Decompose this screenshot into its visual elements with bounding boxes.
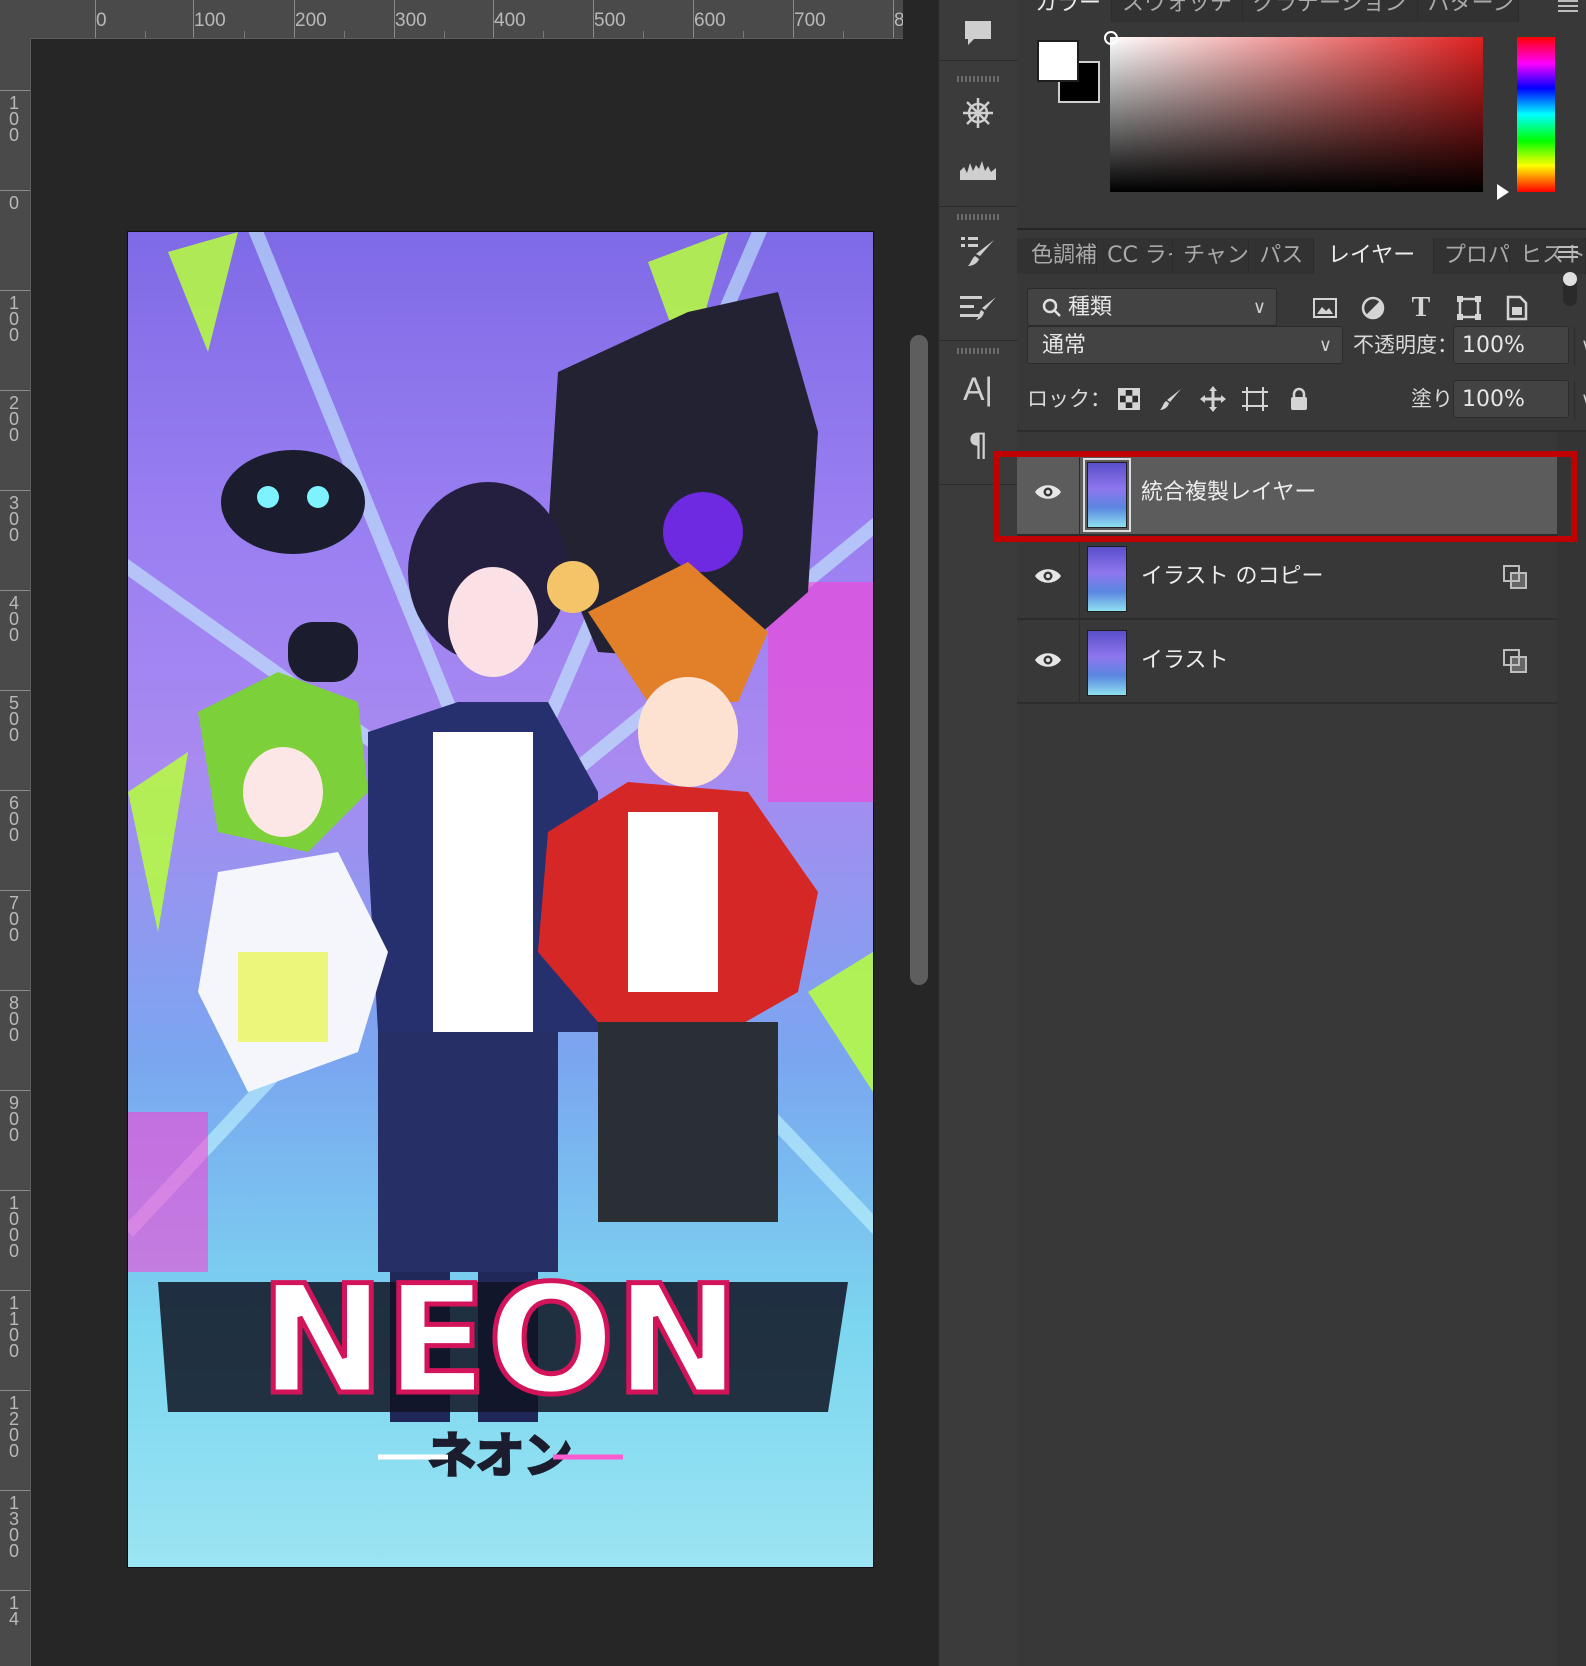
canvas-scrollbar[interactable] <box>910 335 928 985</box>
ruler-label: 1100 <box>8 1293 19 1361</box>
smart-object-icon <box>1503 565 1527 589</box>
layer-filter-select[interactable]: 種類 ∨ <box>1027 288 1277 326</box>
layer-filter-label: 種類 <box>1068 295 1113 320</box>
ruler-label: 200 <box>8 393 19 445</box>
opacity-input[interactable]: 100% ∨ <box>1453 326 1586 365</box>
layer-row[interactable]: イラスト のコピー <box>1017 536 1557 620</box>
opacity-value: 100% <box>1462 333 1525 358</box>
brush-settings-icon[interactable] <box>957 286 999 328</box>
ruler-label: 500 <box>594 10 626 31</box>
ruler-label: 800 <box>8 993 19 1045</box>
ruler-label: 300 <box>395 10 427 31</box>
artwork-image[interactable]: NEON ネオン <box>128 232 873 1567</box>
tab-layers[interactable]: レイヤー <box>1313 238 1434 274</box>
tab-cc-libraries[interactable]: CC ライブラリ <box>1097 238 1174 274</box>
ruler-vertical[interactable]: 100 0 100 200 300 400 500 600 700 800 90… <box>0 38 31 1666</box>
comment-icon[interactable] <box>957 12 999 54</box>
ruler-label: 0 <box>8 193 19 213</box>
adjustment-layer-filter-icon[interactable] <box>1357 292 1389 324</box>
ruler-label: 700 <box>8 893 19 945</box>
ruler-label: 600 <box>694 10 726 31</box>
ruler-label: 0 <box>96 10 107 31</box>
visibility-eye-icon[interactable] <box>1033 563 1063 589</box>
3d-axis-icon[interactable] <box>957 92 999 134</box>
ruler-label: 1000 <box>8 1193 19 1261</box>
tab-paths[interactable]: パス <box>1249 238 1314 274</box>
document-canvas[interactable]: NEON ネオン <box>31 39 903 1666</box>
layers-scrollbar[interactable] <box>1557 432 1586 1666</box>
ruler-label: 300 <box>8 493 19 545</box>
layers-panel: 色調補正 CC ライブラリ チャンネル パス レイヤー プロパティ ヒストリー … <box>1017 230 1586 1666</box>
chevron-down-icon: ∨ <box>1252 297 1266 318</box>
panel-dock-icons: A| ¶ <box>938 0 1018 1666</box>
ruler-label: 14 <box>8 1593 19 1629</box>
ruler-label: 100 <box>8 293 19 345</box>
ruler-label: 1300 <box>8 1493 19 1561</box>
tab-gradients[interactable]: グラデーション <box>1243 0 1418 22</box>
lock-position-icon[interactable] <box>1197 383 1229 415</box>
chevron-down-icon[interactable]: ∨ <box>1573 381 1586 419</box>
ruler-label: 200 <box>295 10 327 31</box>
lock-image-pixels-icon[interactable] <box>1155 383 1187 415</box>
ruler-label: 100 <box>194 10 226 31</box>
type-layer-filter-icon[interactable]: T <box>1405 292 1437 324</box>
fill-input[interactable]: 100% ∨ <box>1453 380 1586 419</box>
chevron-down-icon[interactable]: ∨ <box>1573 327 1586 365</box>
ruler-label: 600 <box>8 793 19 845</box>
smart-object-filter-icon[interactable] <box>1501 292 1533 324</box>
tab-color[interactable]: カラー <box>1017 0 1113 22</box>
layers-panel-menu-icon[interactable] <box>1558 246 1578 260</box>
smart-object-icon <box>1503 649 1527 673</box>
visibility-eye-icon[interactable] <box>1033 647 1063 673</box>
layer-thumbnail <box>1087 630 1127 696</box>
color-picker-handle[interactable] <box>1104 31 1118 45</box>
fill-value: 100% <box>1462 387 1525 412</box>
lock-label: ロック： <box>1027 387 1111 411</box>
right-panels: カラー スウォッチ グラデーション パターン 色調補正 CC ライブラリ チャン… <box>1017 0 1586 1666</box>
blend-mode-select[interactable]: 通常 ∨ <box>1027 326 1343 364</box>
histogram-icon[interactable] <box>957 148 999 190</box>
ruler-label: 700 <box>794 10 826 31</box>
tab-channels[interactable]: チャンネル <box>1173 238 1250 274</box>
brush-presets-icon[interactable] <box>957 230 999 272</box>
tab-patterns[interactable]: パターン <box>1417 0 1519 22</box>
tab-adjustments[interactable]: 色調補正 <box>1017 238 1098 274</box>
highlight-annotation <box>994 451 1577 542</box>
color-picker-field[interactable] <box>1110 37 1483 192</box>
layer-row[interactable]: イラスト <box>1017 620 1557 704</box>
ruler-label: 900 <box>8 1093 19 1145</box>
ruler-label: 500 <box>8 693 19 745</box>
layer-name[interactable]: イラスト <box>1141 620 1229 702</box>
foreground-color-swatch[interactable] <box>1037 40 1079 82</box>
character-icon[interactable]: A| <box>957 368 999 410</box>
logo-subtitle: ネオン <box>428 1428 572 1484</box>
tab-properties[interactable]: プロパティ <box>1433 238 1510 274</box>
logo-text: NEON <box>259 1254 740 1428</box>
filter-toggle[interactable] <box>1563 272 1577 306</box>
layer-name[interactable]: イラスト のコピー <box>1141 536 1324 618</box>
color-panel-menu-icon[interactable] <box>1558 0 1578 14</box>
lock-transparent-pixels-icon[interactable] <box>1113 383 1145 415</box>
lock-artboard-icon[interactable] <box>1239 383 1271 415</box>
ruler-label: 8 <box>894 10 903 32</box>
blend-mode-value: 通常 <box>1042 333 1087 358</box>
hue-slider-handle[interactable] <box>1497 184 1509 200</box>
ruler-horizontal[interactable]: 0 100 200 300 400 500 600 700 8 <box>0 0 903 39</box>
ruler-label: 1200 <box>8 1393 19 1461</box>
lock-all-icon[interactable] <box>1283 383 1315 415</box>
chevron-down-icon: ∨ <box>1318 335 1332 356</box>
color-panel: カラー スウォッチ グラデーション パターン <box>1017 0 1586 230</box>
ruler-label: 100 <box>8 93 19 145</box>
tab-swatches[interactable]: スウォッチ <box>1112 0 1244 22</box>
paragraph-icon[interactable]: ¶ <box>957 424 999 466</box>
ruler-label: 400 <box>494 10 526 31</box>
shape-layer-filter-icon[interactable] <box>1453 292 1485 324</box>
opacity-label: 不透明度： <box>1353 333 1458 357</box>
hue-slider[interactable] <box>1517 37 1555 192</box>
ruler-label: 400 <box>8 593 19 645</box>
illustration: NEON ネオン <box>128 232 873 1486</box>
pixel-layer-filter-icon[interactable] <box>1309 292 1341 324</box>
layer-thumbnail <box>1087 546 1127 612</box>
